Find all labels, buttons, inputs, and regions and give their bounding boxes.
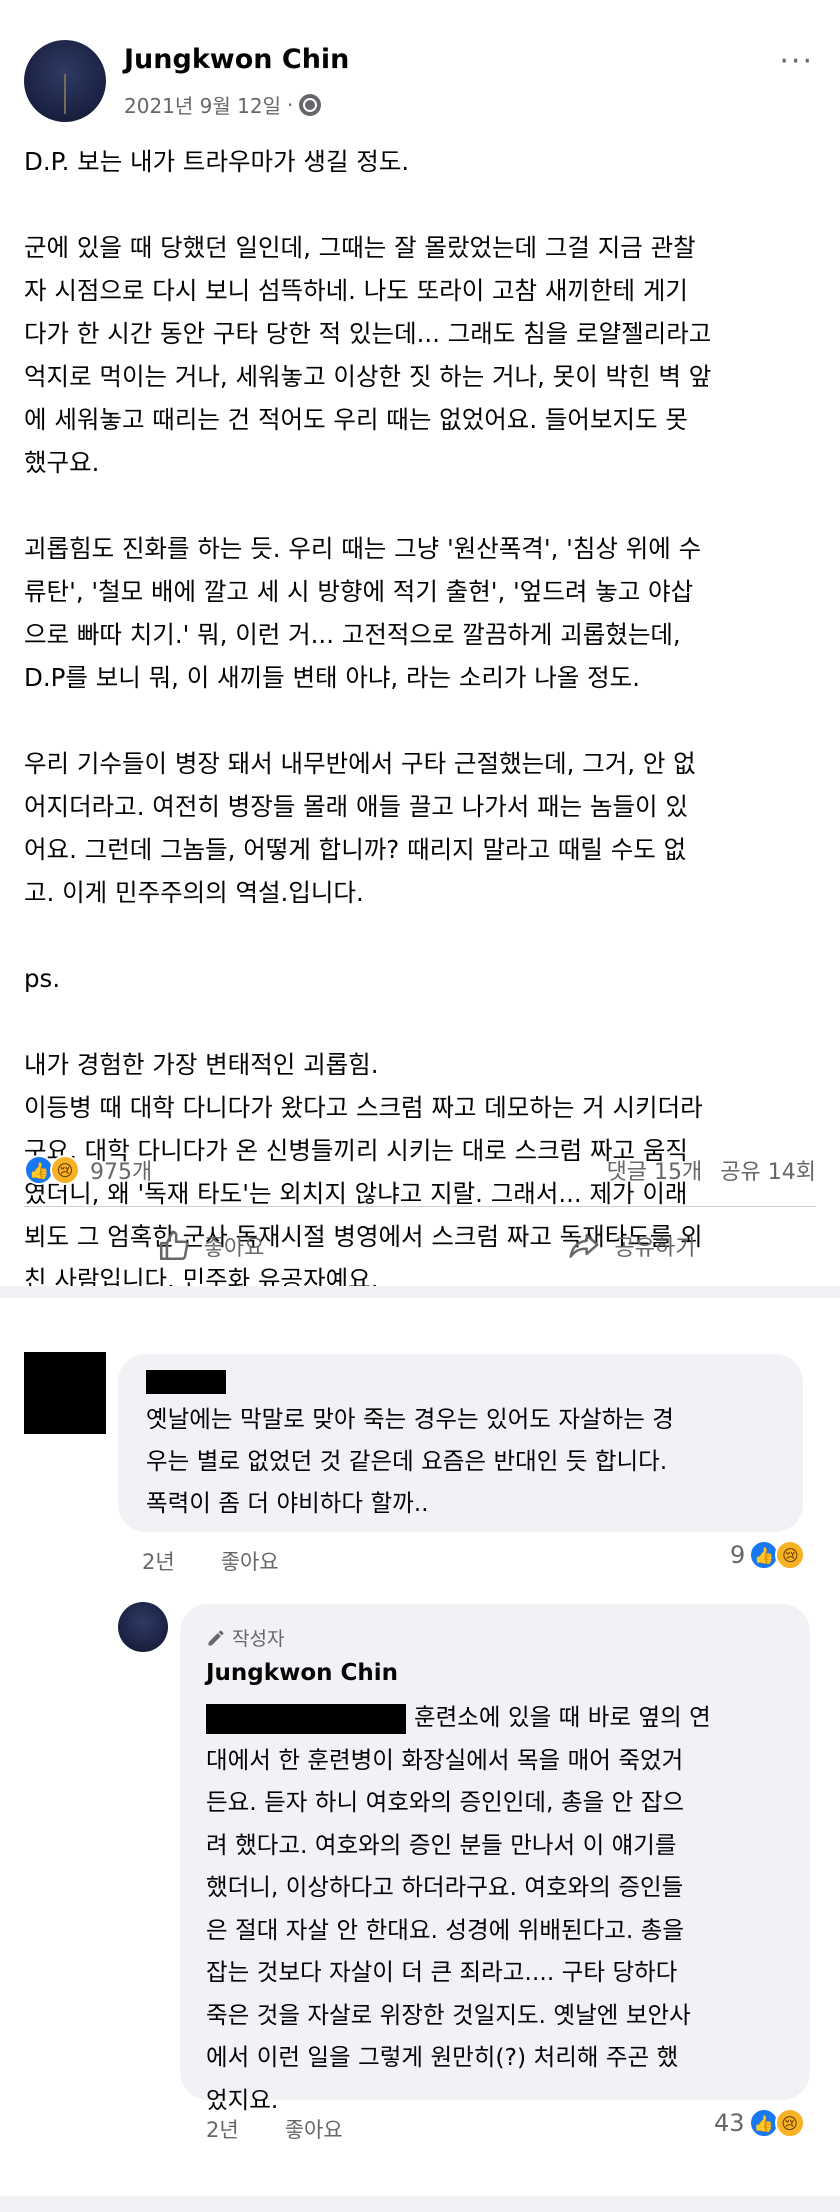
author-badge-label: 작성자 xyxy=(232,1628,285,1650)
post-stats: 👍 😢 975개 댓글 15개 공유 14회 xyxy=(24,1150,816,1190)
reply-bubble: 작성자 Jungkwon Chin 훈련소에 있을 때 바로 옆의 연 대에서 … xyxy=(180,1604,810,2114)
post-actions: 좋아요 공유하기 xyxy=(0,1212,840,1280)
post-paragraph: 괴롭힘도 진화를 하는 듯. 우리 때는 그냥 '원산폭격', '침상 위에 수… xyxy=(24,534,702,692)
comment-reaction-count: 9 xyxy=(730,1541,746,1569)
post-paragraph: 군에 있을 때 당했던 일인데, 그때는 잘 몰랐었는데 그걸 지금 관찰 자 … xyxy=(24,233,712,477)
reply-author[interactable]: Jungkwon Chin xyxy=(206,1660,398,1686)
comments-section: 옛날에는 막말로 맞아 죽는 경우는 있어도 자살하는 경 우는 별로 없었던 … xyxy=(0,1298,840,2212)
comment-footer: 2년 좋아요 xyxy=(142,1546,279,1576)
reply-reaction-count: 43 xyxy=(714,2109,745,2137)
sad-icon: 😢 xyxy=(775,1540,806,1570)
comment-text: 옛날에는 막말로 맞아 죽는 경우는 있어도 자살하는 경 우는 별로 없었던 … xyxy=(146,1405,674,1517)
post-date[interactable]: 2021년 9월 12일 xyxy=(124,90,281,119)
more-options-icon[interactable]: ··· xyxy=(779,44,814,79)
meta-separator: · xyxy=(287,92,294,117)
like-button[interactable]: 좋아요 xyxy=(0,1212,420,1280)
reply-author-avatar[interactable] xyxy=(118,1602,168,1652)
globe-icon xyxy=(299,93,322,116)
post-body: D.P. 보는 내가 트라우마가 생길 정도. 군에 있을 때 당했던 일인데,… xyxy=(24,140,824,1301)
author-badge: 작성자 xyxy=(206,1624,284,1651)
share-label: 공유하기 xyxy=(614,1236,696,1261)
commenter-avatar[interactable] xyxy=(24,1352,106,1434)
like-label: 좋아요 xyxy=(203,1236,265,1261)
sad-icon: 😢 xyxy=(774,2108,805,2138)
reaction-summary[interactable]: 👍 😢 975개 xyxy=(24,1154,152,1186)
pencil-icon xyxy=(208,1629,224,1645)
author-avatar[interactable] xyxy=(24,40,106,122)
post-paragraph: ps. xyxy=(24,964,61,993)
bottom-separator xyxy=(0,2196,840,2212)
engagement-counts: 댓글 15개 공유 14회 xyxy=(607,1154,816,1186)
like-icon xyxy=(159,1230,189,1261)
post-meta: 2021년 9월 12일 · xyxy=(124,90,322,119)
reply-footer: 2년 좋아요 xyxy=(206,2114,343,2144)
post-author[interactable]: Jungkwon Chin xyxy=(124,44,349,75)
comment-bubble: 옛날에는 막말로 맞아 죽는 경우는 있어도 자살하는 경 우는 별로 없었던 … xyxy=(118,1354,803,1532)
section-separator xyxy=(0,1286,840,1298)
share-button[interactable]: 공유하기 xyxy=(420,1212,840,1280)
comment-count[interactable]: 댓글 15개 xyxy=(607,1154,703,1186)
post-paragraph: D.P. 보는 내가 트라우마가 생길 정도. xyxy=(24,147,410,176)
reply-time[interactable]: 2년 xyxy=(206,2114,239,2144)
divider xyxy=(24,1206,816,1207)
share-count[interactable]: 공유 14회 xyxy=(720,1154,816,1186)
share-icon xyxy=(568,1234,599,1258)
comment-reactions[interactable]: 9 👍 😢 xyxy=(730,1540,806,1570)
reply-text: 훈련소에 있을 때 바로 옆의 연 대에서 한 훈련병이 화장실에서 목을 매어… xyxy=(206,1703,711,2114)
reaction-count: 975개 xyxy=(90,1160,153,1185)
sad-icon: 😢 xyxy=(50,1155,80,1185)
post: Jungkwon Chin 2021년 9월 12일 · ··· D.P. 보는… xyxy=(0,0,840,1294)
redacted-name xyxy=(146,1370,226,1394)
reply-like-button[interactable]: 좋아요 xyxy=(285,2114,343,2144)
reply-reactions[interactable]: 43 👍 😢 xyxy=(714,2108,805,2138)
comment-time[interactable]: 2년 xyxy=(142,1546,175,1576)
post-paragraph: 우리 기수들이 병장 돼서 내무반에서 구타 근절했는데, 그거, 안 없 어지… xyxy=(24,749,696,907)
comment-like-button[interactable]: 좋아요 xyxy=(221,1546,279,1576)
